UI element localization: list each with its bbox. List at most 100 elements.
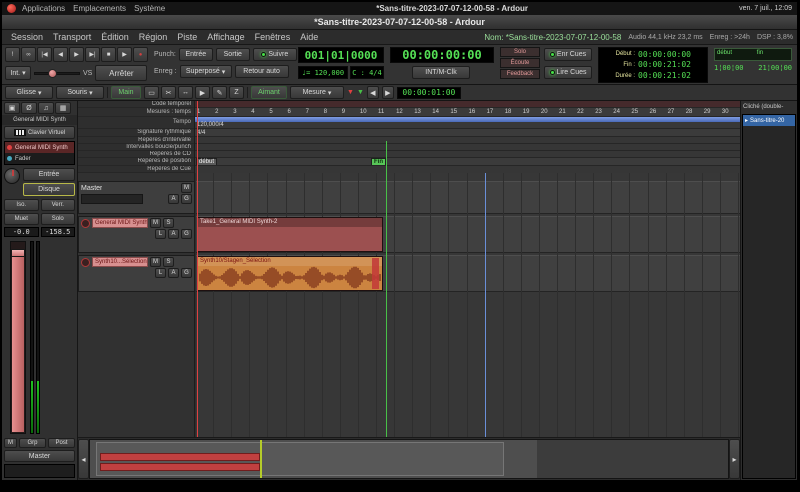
playhead[interactable]: [197, 173, 198, 437]
peak-display[interactable]: -158.5: [41, 227, 76, 237]
goto-end-button[interactable]: ▶|: [85, 47, 100, 62]
metering-button[interactable]: M: [4, 438, 17, 448]
mute-button[interactable]: Muet: [4, 213, 39, 225]
signature-marker[interactable]: 4/4: [195, 129, 740, 137]
snapshot-list-item[interactable]: ▸ Sans-titre-20: [743, 115, 795, 126]
menu-item[interactable]: Fenêtres: [250, 32, 296, 42]
grab-mode-select[interactable]: Glisse▾: [5, 86, 53, 99]
grid-unit-select[interactable]: Mesure▾: [290, 86, 344, 99]
solo-button[interactable]: Solo: [41, 213, 76, 225]
bbt-clock[interactable]: 001|01|0000: [298, 47, 384, 63]
track-name-entry[interactable]: General MIDI Synth: [92, 218, 148, 228]
track-name-entry[interactable]: Synth10...Sélection: [92, 257, 148, 267]
auto-return-button[interactable]: Retour auto: [235, 65, 289, 78]
stretch-tool[interactable]: ↔: [178, 86, 193, 99]
gain-display[interactable]: -0.0: [4, 227, 39, 237]
desktop-clock[interactable]: ven. 7 juil., 12:09: [739, 5, 792, 12]
processor-item[interactable]: General MIDI Synth: [5, 142, 74, 153]
punch-in-button[interactable]: Entrée: [179, 48, 213, 61]
trim-knob[interactable]: [4, 168, 20, 184]
ruler-label[interactable]: Mesures : temps: [78, 108, 194, 117]
record-mode-select[interactable]: Superposé▾: [180, 65, 232, 78]
record-arm-button[interactable]: [81, 258, 90, 267]
range-tool[interactable]: ▭: [144, 86, 159, 99]
disk-monitor-button[interactable]: Disque: [23, 183, 75, 196]
desktop-menu[interactable]: Applications: [22, 4, 65, 13]
menu-item[interactable]: Session: [6, 32, 48, 42]
audio-region[interactable]: Synth10/Stagen_Sélection: [197, 256, 383, 291]
signature-ruler[interactable]: 4/4: [195, 129, 740, 137]
tempo-ruler[interactable]: 120,000/4: [195, 117, 740, 129]
smart-mode-button[interactable]: Main: [111, 86, 141, 99]
loop-punch-ruler[interactable]: [195, 144, 740, 151]
virtual-keyboard-button[interactable]: Clavier Virtuel: [4, 126, 75, 139]
rewind-button[interactable]: ◀: [53, 47, 68, 62]
mini-timeline[interactable]: début fin 1¦00¦00 21¦00¦00: [714, 48, 792, 72]
track-header-synth10[interactable]: Synth10...Sélection M S L A G: [78, 255, 195, 292]
menu-item[interactable]: Région: [134, 32, 173, 42]
location-markers-ruler[interactable]: début Fin: [195, 158, 740, 166]
group-button[interactable]: G: [181, 229, 192, 239]
track-name-entry[interactable]: [81, 194, 143, 204]
timecode-clock[interactable]: 00:00:00:00: [390, 47, 494, 63]
ruler-label[interactable]: Tempo: [78, 117, 194, 129]
start-marker[interactable]: début: [196, 158, 217, 166]
menu-item[interactable]: Édition: [96, 32, 134, 42]
desktop-menu[interactable]: Emplacements: [73, 4, 126, 13]
automation-button[interactable]: A: [168, 268, 179, 278]
track-lane-master[interactable]: [195, 181, 740, 214]
ruler-label[interactable]: Repères d'intervalle: [78, 137, 194, 144]
solo-isolate-button[interactable]: Iso.: [4, 199, 39, 211]
ruler-canvas[interactable]: 1234567891011121314151617181920212223242…: [195, 101, 740, 173]
slider-handle[interactable]: [48, 69, 57, 78]
zoom-tool[interactable]: Z: [229, 86, 244, 99]
follow-button[interactable]: Suivre: [253, 48, 297, 61]
play-cues-button[interactable]: Lire Cues: [544, 66, 592, 79]
comments-box[interactable]: [4, 464, 75, 478]
cd-markers-ruler[interactable]: [195, 151, 740, 158]
range-markers-ruler[interactable]: [195, 137, 740, 144]
punch-out-button[interactable]: Sortie: [216, 48, 250, 61]
snap-button[interactable]: Aimant: [251, 86, 287, 99]
cue-markers-ruler[interactable]: [195, 166, 740, 173]
group-button[interactable]: G: [181, 268, 192, 278]
snapshot-list[interactable]: ▸ Sans-titre-20: [742, 114, 796, 479]
ruler-label[interactable]: Repères de position: [78, 158, 194, 166]
track-header-master[interactable]: Master M A G: [78, 181, 195, 214]
ruler-label[interactable]: Code temporel: [78, 101, 194, 108]
summary-scroll-left-button[interactable]: ◂: [78, 439, 89, 479]
track-mute-button[interactable]: M: [150, 218, 161, 228]
audition-tool[interactable]: ▶: [195, 86, 210, 99]
input-icon[interactable]: ▣: [4, 102, 20, 114]
window-titlebar[interactable]: *Sans-titre-2023-07-07-12-00-58 - Ardour: [2, 15, 797, 30]
meter-point-button[interactable]: Post: [48, 438, 75, 448]
gain-fader[interactable]: [10, 241, 26, 434]
tempo-display[interactable]: ♩= 120,000: [298, 66, 348, 79]
input-monitor-button[interactable]: Entrée: [23, 168, 75, 181]
sync-source-button[interactable]: INT/M-Clk: [412, 66, 470, 79]
draw-tool[interactable]: ✎: [212, 86, 227, 99]
track-header-general-midi-synth[interactable]: General MIDI Synth M S L A G: [78, 216, 195, 253]
group-button[interactable]: Grp: [19, 438, 46, 448]
processor-led[interactable]: [7, 145, 12, 150]
mouse-mode-select[interactable]: Souris▾: [56, 86, 104, 99]
fader-handle[interactable]: [11, 249, 25, 257]
play-button[interactable]: ▶: [117, 47, 132, 62]
ruler-label[interactable]: Intervalles boucle/punch: [78, 144, 194, 151]
summary-canvas[interactable]: [89, 439, 729, 479]
record-button[interactable]: ●: [133, 47, 148, 62]
meter-display[interactable]: C : 4/4: [350, 66, 384, 79]
track-mute-button[interactable]: M: [181, 183, 192, 193]
measures-ruler[interactable]: 1234567891011121314151617181920212223242…: [195, 108, 740, 117]
solo-indicator[interactable]: Solo: [500, 47, 540, 57]
processor-led[interactable]: [7, 156, 12, 161]
nudge-back-button[interactable]: ◀: [367, 86, 379, 99]
layers-button[interactable]: L: [155, 268, 166, 278]
midi-region[interactable]: Take1_General MIDI Synth-2: [197, 217, 383, 252]
track-mute-button[interactable]: M: [150, 257, 161, 267]
menu-item[interactable]: Transport: [48, 32, 96, 42]
output-master-button[interactable]: Master: [4, 450, 75, 462]
menu-item[interactable]: Aide: [295, 32, 323, 42]
summary-scroll-right-button[interactable]: ▸: [729, 439, 740, 479]
timecode-ruler[interactable]: [195, 101, 740, 108]
